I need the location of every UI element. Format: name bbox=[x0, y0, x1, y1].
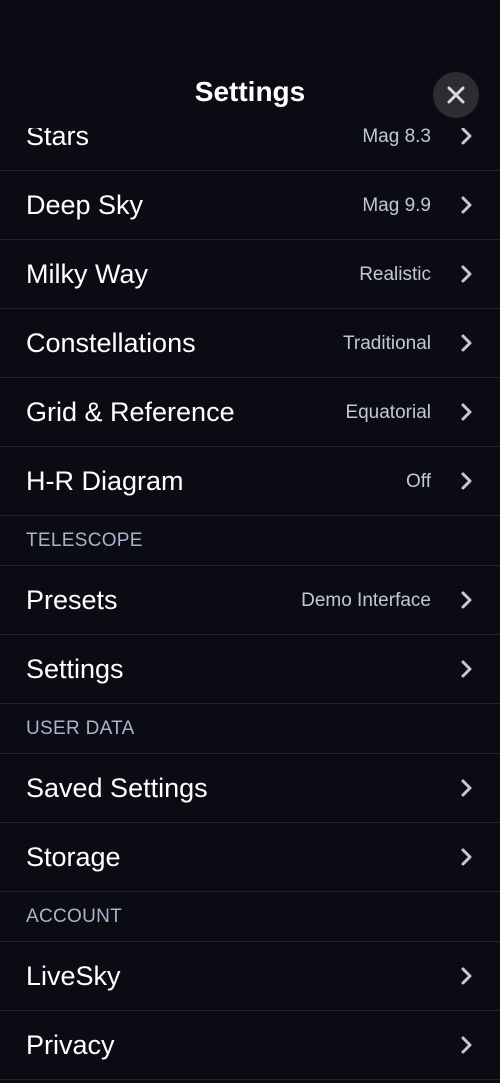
row-label: Milky Way bbox=[26, 259, 148, 289]
row-value: Equatorial bbox=[345, 402, 431, 423]
row-label: Privacy bbox=[26, 1030, 115, 1060]
settings-row-telescope-settings[interactable]: Settings bbox=[0, 635, 500, 704]
settings-row-saved-settings[interactable]: Saved Settings bbox=[0, 754, 500, 823]
row-label: Storage bbox=[26, 842, 121, 872]
section-header-account: ACCOUNT bbox=[0, 892, 500, 942]
close-button[interactable] bbox=[433, 72, 479, 118]
close-icon bbox=[447, 86, 465, 104]
section-header-user-data: USER DATA bbox=[0, 704, 500, 754]
row-label: Presets bbox=[26, 585, 118, 615]
row-value: Off bbox=[406, 471, 431, 492]
row-label: Grid & Reference bbox=[26, 397, 235, 427]
settings-row-storage[interactable]: Storage bbox=[0, 823, 500, 892]
settings-row-milky-way[interactable]: Milky Way Realistic bbox=[0, 240, 500, 309]
row-value: Demo Interface bbox=[301, 590, 431, 611]
settings-row-hr-diagram[interactable]: H-R Diagram Off bbox=[0, 447, 500, 516]
row-value: Traditional bbox=[342, 333, 431, 354]
settings-row-grid-reference[interactable]: Grid & Reference Equatorial bbox=[0, 378, 500, 447]
chevron-right-icon bbox=[461, 334, 472, 352]
row-value: Mag 9.9 bbox=[362, 195, 431, 216]
row-label: Constellations bbox=[26, 328, 196, 358]
chevron-right-icon bbox=[461, 1036, 472, 1054]
chevron-right-icon bbox=[461, 848, 472, 866]
section-header-telescope: TELESCOPE bbox=[0, 516, 500, 566]
chevron-right-icon bbox=[461, 127, 472, 145]
chevron-right-icon bbox=[461, 403, 472, 421]
settings-row-privacy[interactable]: Privacy bbox=[0, 1011, 500, 1080]
section-label: ACCOUNT bbox=[26, 906, 123, 927]
row-label: LiveSky bbox=[26, 961, 121, 991]
chevron-right-icon bbox=[461, 779, 472, 797]
row-label: Saved Settings bbox=[26, 773, 208, 803]
settings-row-livesky[interactable]: LiveSky bbox=[0, 942, 500, 1011]
row-label: H-R Diagram bbox=[26, 466, 184, 496]
settings-row-presets[interactable]: Presets Demo Interface bbox=[0, 566, 500, 635]
chevron-right-icon bbox=[461, 967, 472, 985]
section-label: TELESCOPE bbox=[26, 530, 143, 551]
nav-header: Settings bbox=[0, 0, 500, 128]
section-label: USER DATA bbox=[26, 718, 135, 739]
chevron-right-icon bbox=[461, 196, 472, 214]
row-label: Deep Sky bbox=[26, 190, 144, 220]
chevron-right-icon bbox=[461, 472, 472, 490]
settings-list: Stars Mag 8.3 Deep Sky Mag 9.9 Milky Way… bbox=[0, 102, 500, 1080]
row-label: Settings bbox=[26, 654, 124, 684]
row-value: Realistic bbox=[359, 264, 431, 285]
settings-row-deep-sky[interactable]: Deep Sky Mag 9.9 bbox=[0, 171, 500, 240]
chevron-right-icon bbox=[461, 591, 472, 609]
chevron-right-icon bbox=[461, 265, 472, 283]
chevron-right-icon bbox=[461, 660, 472, 678]
settings-row-constellations[interactable]: Constellations Traditional bbox=[0, 309, 500, 378]
page-title: Settings bbox=[194, 76, 306, 107]
